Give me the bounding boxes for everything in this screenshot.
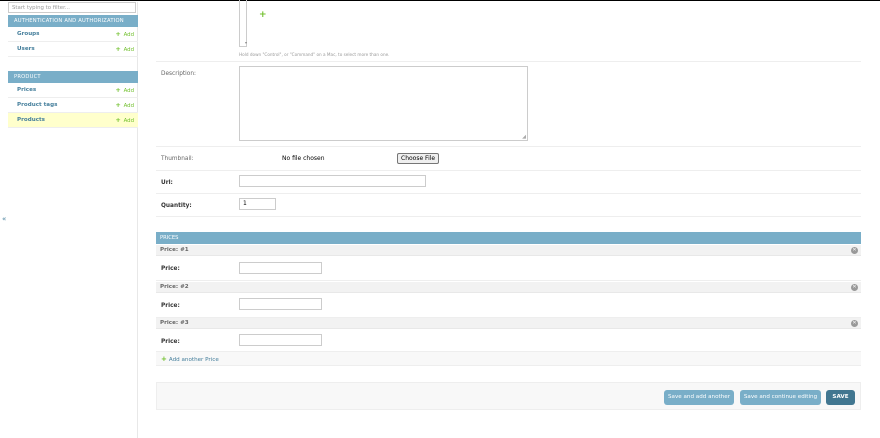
sidebar-item-prices[interactable]: Prices + Add — [8, 83, 138, 98]
add-label: Add — [123, 103, 134, 109]
price-2-input[interactable] — [239, 298, 322, 310]
add-related-icon[interactable]: + — [259, 10, 267, 20]
submit-row: Save and add another Save and continue e… — [156, 382, 861, 410]
thumbnail-field-row: Thumbnail: — [156, 147, 861, 171]
price-1-input[interactable] — [239, 262, 322, 274]
sidebar-item-groups[interactable]: Groups + Add — [8, 27, 138, 42]
save-button[interactable]: SAVE — [826, 390, 855, 405]
add-icon: + — [115, 86, 121, 94]
price-1-label: Price: — [161, 266, 180, 272]
save-and-add-another-button[interactable]: Save and add another — [664, 390, 734, 405]
add-another-label: Add another Price — [168, 357, 219, 363]
save-and-continue-button[interactable]: Save and continue editing — [740, 390, 821, 405]
delete-icon[interactable]: ✕ — [851, 284, 858, 291]
sidebar-collapse-toggle[interactable]: « — [2, 215, 6, 223]
nav-sidebar: Start typing to filter... Authentication… — [8, 2, 138, 438]
module-header-auth: Authentication and Authorization — [8, 15, 138, 27]
add-label: Add — [123, 88, 134, 94]
add-label: Add — [123, 47, 134, 53]
delete-icon[interactable]: ✕ — [851, 320, 858, 327]
price-2-heading: Price: #2 ✕ — [156, 282, 861, 293]
price-2-label: Price: — [161, 303, 180, 309]
add-groups-link[interactable]: + Add — [115, 30, 134, 38]
prices-inline-header: Prices — [156, 232, 861, 244]
resize-handle-icon[interactable]: ◢ — [522, 134, 526, 140]
module-header-product: Product — [8, 71, 138, 83]
price-3-label: Price: — [161, 339, 180, 345]
price-2-heading-text: Price: #2 — [160, 284, 189, 290]
sidebar-item-products[interactable]: Products + Add — [8, 113, 138, 128]
choose-file-button[interactable]: Choose File — [397, 153, 440, 164]
add-prices-link[interactable]: + Add — [115, 86, 134, 94]
url-label: Url: — [161, 180, 173, 186]
price-3-heading-text: Price: #3 — [160, 320, 189, 326]
price-1-heading-text: Price: #1 — [160, 247, 189, 253]
tags-field-row: ▾ + Hold down "Control", or "Command" on… — [156, 0, 861, 62]
price-1-heading: Price: #1 ✕ — [156, 245, 861, 256]
quantity-input[interactable]: 1 — [239, 198, 276, 210]
description-textarea[interactable]: ◢ — [239, 66, 528, 141]
quantity-label: Quantity: — [161, 203, 192, 209]
sidebar-item-users[interactable]: Users + Add — [8, 42, 138, 57]
sidebar-link-users[interactable]: Users — [17, 46, 35, 52]
file-status-text: No file chosen — [282, 155, 325, 162]
nav-filter-input[interactable]: Start typing to filter... — [8, 2, 136, 13]
description-label: Description: — [161, 71, 196, 77]
add-another-price-link[interactable]: + Add another Price — [156, 352, 861, 366]
add-icon: + — [115, 30, 121, 38]
sidebar-link-product-tags[interactable]: Product tags — [17, 102, 57, 108]
add-product-tags-link[interactable]: + Add — [115, 101, 134, 109]
add-icon: + — [115, 116, 121, 124]
sidebar-link-groups[interactable]: Groups — [17, 31, 40, 37]
url-input[interactable] — [239, 175, 426, 187]
add-label: Add — [123, 118, 134, 124]
delete-icon[interactable]: ✕ — [851, 247, 858, 254]
sidebar-item-product-tags[interactable]: Product tags + Add — [8, 98, 138, 113]
scroll-down-icon[interactable]: ▾ — [245, 40, 247, 45]
tags-help-text: Hold down "Control", or "Command" on a M… — [239, 52, 390, 57]
sidebar-link-prices[interactable]: Prices — [17, 87, 36, 93]
price-3-heading: Price: #3 ✕ — [156, 318, 861, 329]
add-icon: + — [161, 355, 167, 363]
price-3-input[interactable] — [239, 334, 322, 346]
add-products-link[interactable]: + Add — [115, 116, 134, 124]
sidebar-link-products[interactable]: Products — [17, 117, 45, 123]
thumbnail-label: Thumbnail: — [161, 156, 194, 162]
add-icon: + — [115, 101, 121, 109]
add-label: Add — [123, 32, 134, 38]
add-users-link[interactable]: + Add — [115, 45, 134, 53]
add-icon: + — [115, 45, 121, 53]
